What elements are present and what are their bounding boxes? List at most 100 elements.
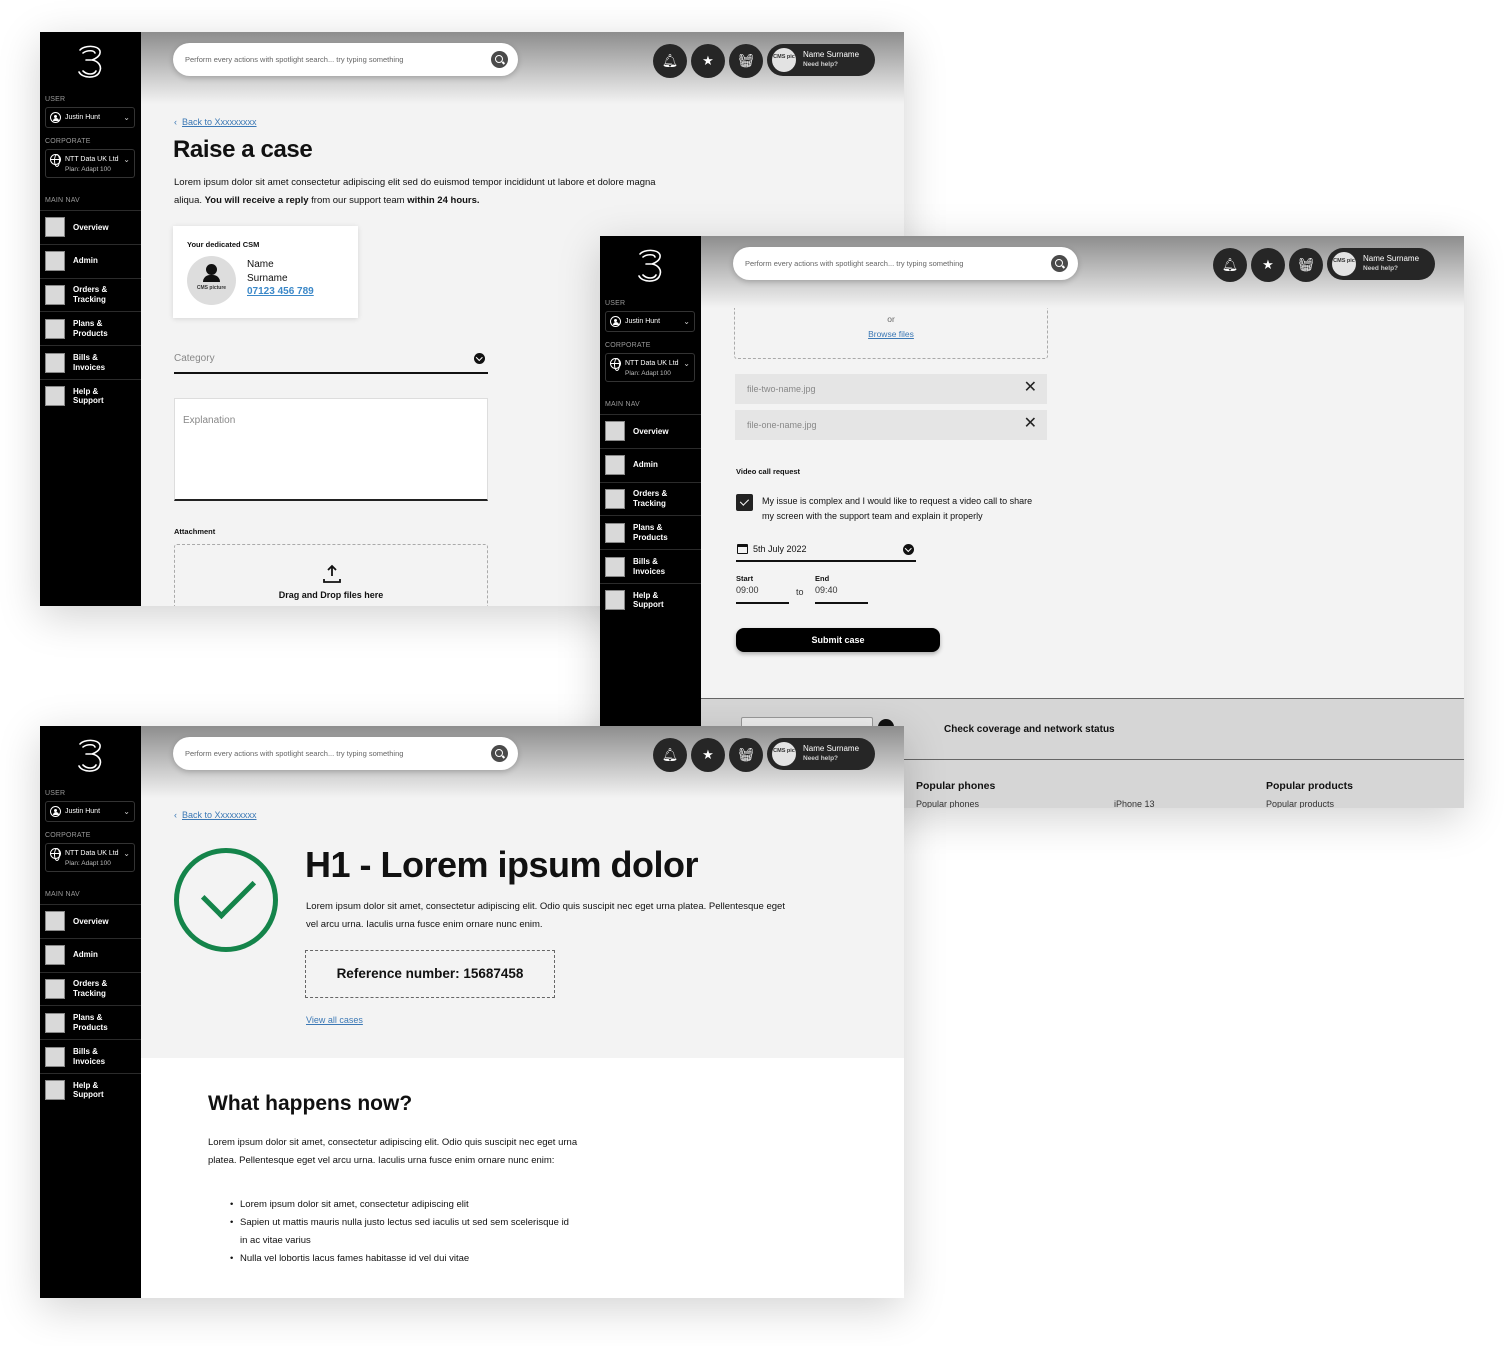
nav-item-overview[interactable]: Overview: [40, 210, 141, 244]
bell-icon: 🔔︎: [661, 53, 679, 68]
nav-item-help-support[interactable]: Help & Support: [40, 1072, 141, 1107]
search-icon[interactable]: [491, 745, 508, 762]
end-time-field[interactable]: End 09:40: [815, 574, 868, 604]
corporate-selector[interactable]: NTT Data UK Ltd ⌄ Plan: Adapt 100: [605, 353, 695, 382]
video-call-checkbox[interactable]: [736, 494, 753, 511]
basket-button[interactable]: 🧺︎: [729, 738, 763, 772]
nav-label: Admin: [73, 256, 98, 266]
user-selector[interactable]: Justin Hunt ⌄: [45, 801, 135, 822]
spotlight-search-input[interactable]: Perform every actions with spotlight sea…: [173, 43, 518, 76]
favourites-button[interactable]: ★: [1251, 248, 1285, 282]
profile-button[interactable]: CMS pic Name Surname Need help?: [767, 44, 875, 76]
corporate-section-label: CORPORATE: [45, 832, 91, 839]
nav-item-orders-tracking[interactable]: Orders & Tracking: [40, 277, 141, 312]
corporate-section-label: CORPORATE: [605, 342, 651, 349]
nav-label: Orders & Tracking: [633, 489, 668, 508]
nav-item-bills-invoices[interactable]: Bills & Invoices: [40, 1039, 141, 1073]
user-selector[interactable]: Justin Hunt ⌄: [605, 311, 695, 332]
need-help-text: Need help?: [803, 61, 839, 68]
favourites-button[interactable]: ★: [691, 44, 725, 78]
main-nav-label: MAIN NAV: [45, 891, 80, 898]
category-select[interactable]: Category: [174, 344, 488, 374]
notifications-button[interactable]: 🔔︎: [1213, 248, 1247, 282]
user-section-label: USER: [45, 790, 66, 797]
search-icon[interactable]: [491, 51, 508, 68]
nav-placeholder-icon: [45, 978, 65, 999]
search-icon[interactable]: [1051, 255, 1068, 272]
close-icon[interactable]: ✕: [1024, 416, 1037, 432]
view-all-cases-link[interactable]: View all cases: [306, 1015, 363, 1025]
back-link[interactable]: ‹ Back to Xxxxxxxxx: [174, 810, 257, 820]
profile-button[interactable]: CMS pic Name Surname Need help?: [767, 738, 875, 770]
browse-files-link[interactable]: Browse files: [735, 329, 1047, 339]
category-placeholder: Category: [174, 353, 215, 364]
nav-label: Bills & Invoices: [73, 1047, 106, 1066]
main-nav: Overview Admin Orders & Tracking Plans &…: [600, 414, 701, 617]
nav-placeholder-icon: [45, 318, 65, 339]
top-header: Perform every actions with spotlight sea…: [701, 236, 1464, 308]
footer-link[interactable]: iPhone 13: [1114, 799, 1155, 808]
basket-button[interactable]: 🧺︎: [729, 44, 763, 78]
nav-placeholder-icon: [45, 911, 65, 932]
nav-label: Bills & Invoices: [73, 353, 106, 372]
main-nav: Overview Admin Orders & Tracking Plans &…: [40, 210, 141, 413]
csm-picture-caption: CMS picture: [196, 285, 227, 291]
three-logo-icon[interactable]: [74, 44, 106, 80]
nav-item-admin[interactable]: Admin: [40, 937, 141, 972]
profile-name: Name Surname: [1363, 254, 1420, 263]
start-time-field[interactable]: Start 09:00: [736, 574, 789, 604]
favourites-button[interactable]: ★: [691, 738, 725, 772]
nav-item-bills-invoices[interactable]: Bills & Invoices: [600, 549, 701, 583]
main-nav-label: MAIN NAV: [45, 197, 80, 204]
csm-avatar: CMS picture: [187, 256, 236, 305]
close-icon[interactable]: ✕: [1024, 380, 1037, 396]
nav-item-plans-products[interactable]: Plans & Products: [40, 311, 141, 345]
explanation-textarea[interactable]: Explanation: [174, 398, 488, 501]
nav-item-help-support[interactable]: Help & Support: [40, 378, 141, 413]
nav-placeholder-icon: [605, 455, 625, 476]
submit-case-button[interactable]: Submit case: [736, 628, 940, 652]
notifications-button[interactable]: 🔔︎: [653, 738, 687, 772]
spotlight-search-input[interactable]: Perform every actions with spotlight sea…: [733, 247, 1078, 280]
or-text: or: [887, 314, 895, 324]
chevron-down-icon: ⌄: [123, 113, 130, 122]
nav-item-overview[interactable]: Overview: [600, 414, 701, 448]
corporate-plan: Plan: Adapt 100: [65, 166, 111, 173]
notifications-button[interactable]: 🔔︎: [653, 44, 687, 78]
nav-item-admin[interactable]: Admin: [40, 243, 141, 278]
corporate-selector[interactable]: NTT Data UK Ltd ⌄ Plan: Adapt 100: [45, 149, 135, 178]
back-link[interactable]: ‹ Back to Xxxxxxxxx: [174, 117, 257, 127]
nav-item-bills-invoices[interactable]: Bills & Invoices: [40, 345, 141, 379]
footer-link[interactable]: Popular phones: [916, 799, 979, 808]
nav-item-plans-products[interactable]: Plans & Products: [40, 1005, 141, 1039]
nav-item-admin[interactable]: Admin: [600, 447, 701, 482]
nav-item-overview[interactable]: Overview: [40, 904, 141, 938]
basket-button[interactable]: 🧺︎: [1289, 248, 1323, 282]
nav-item-orders-tracking[interactable]: Orders & Tracking: [40, 971, 141, 1006]
need-help-text: Need help?: [1363, 265, 1399, 272]
three-logo-icon[interactable]: [634, 248, 666, 284]
nav-item-orders-tracking[interactable]: Orders & Tracking: [600, 481, 701, 516]
user-selector[interactable]: Justin Hunt ⌄: [45, 107, 135, 128]
profile-button[interactable]: CMS pic Name Surname Need help?: [1327, 248, 1435, 280]
footer-link[interactable]: Popular products: [1266, 799, 1334, 808]
nav-item-plans-products[interactable]: Plans & Products: [600, 515, 701, 549]
corporate-plan: Plan: Adapt 100: [65, 860, 111, 867]
chevron-down-icon: ⌄: [123, 155, 130, 164]
spotlight-search-input[interactable]: Perform every actions with spotlight sea…: [173, 737, 518, 770]
search-placeholder: Perform every actions with spotlight sea…: [745, 259, 964, 268]
date-picker[interactable]: 5th July 2022: [736, 542, 916, 562]
corporate-selector[interactable]: NTT Data UK Ltd ⌄ Plan: Adapt 100: [45, 843, 135, 872]
user-section-label: USER: [45, 96, 66, 103]
sidebar: USER Justin Hunt ⌄ CORPORATE NTT Data UK …: [600, 236, 701, 808]
file-dropzone[interactable]: Drag and Drop files here: [174, 544, 488, 606]
nav-label: Plans & Products: [73, 1013, 108, 1032]
star-icon: ★: [702, 53, 714, 68]
nav-item-help-support[interactable]: Help & Support: [600, 582, 701, 617]
to-text: to: [796, 587, 804, 597]
three-logo-icon[interactable]: [74, 738, 106, 774]
coverage-link[interactable]: Check coverage and network status: [944, 724, 1115, 735]
nav-label: Admin: [73, 950, 98, 960]
attachment-label: Attachment: [174, 527, 216, 536]
csm-phone-link[interactable]: 07123 456 789: [247, 286, 314, 297]
